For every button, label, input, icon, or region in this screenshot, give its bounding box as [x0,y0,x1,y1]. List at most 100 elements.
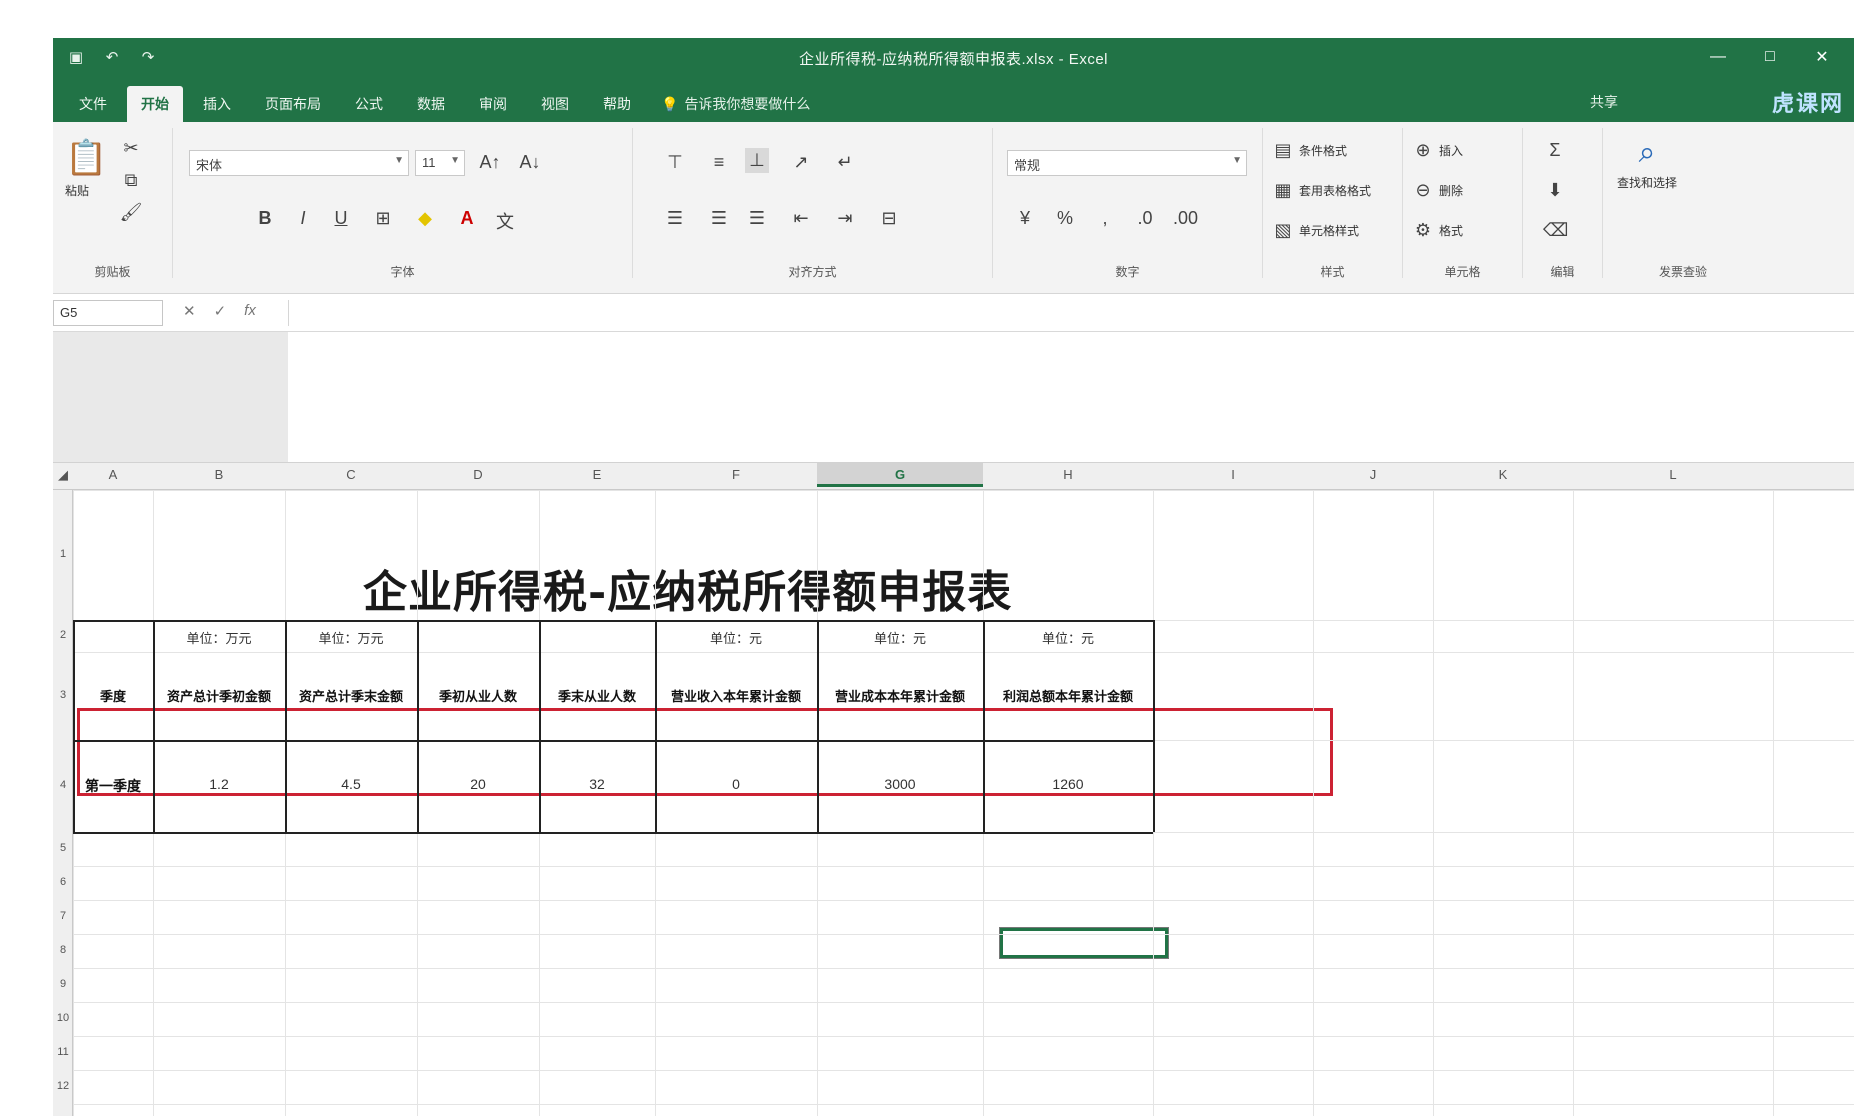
row-header-2[interactable]: 2 [53,629,73,641]
cut-icon[interactable]: ✂ [119,138,143,159]
column-header-F[interactable]: F [655,467,817,482]
align-middle-icon[interactable]: ≡ [707,152,731,173]
format-as-table-button[interactable]: ▦ 套用表格格式 [1271,180,1371,201]
row-header-11[interactable]: 11 [53,1046,73,1058]
row-header-8[interactable]: 8 [53,944,73,956]
tab-7[interactable]: 视图 [527,86,583,122]
worksheet-grid[interactable]: 企业所得税-应纳税所得额申报表 单位：万元 单位：万元 单位：元 单位：元 单位：元 季度… [73,490,1854,1116]
paste-button[interactable]: 📋 粘贴 [65,138,107,199]
border-icon[interactable]: ⊞ [371,208,395,229]
fx-icon[interactable]: fx [244,302,256,320]
row-header-7[interactable]: 7 [53,910,73,922]
tab-3[interactable]: 页面布局 [251,86,335,122]
currency-icon[interactable]: ¥ [1013,208,1037,229]
align-left-icon[interactable]: ☰ [663,208,687,229]
table-data-cell[interactable]: 20 [417,776,539,792]
column-header-C[interactable]: C [285,467,417,482]
italic-icon[interactable]: I [291,208,315,229]
column-header-J[interactable]: J [1313,467,1433,482]
table-data-cell[interactable]: 3000 [817,776,983,792]
shrink-font-icon[interactable]: A↓ [518,152,542,173]
column-header-L[interactable]: L [1573,467,1773,482]
share-button[interactable]: 共享 [1590,92,1618,112]
tab-4[interactable]: 公式 [341,86,397,122]
bold-icon[interactable]: B [253,208,277,229]
row-header-4[interactable]: 4 [53,779,73,791]
tab-0[interactable]: 文件 [65,86,121,122]
table-data-cell[interactable]: 第一季度 [73,776,153,796]
gridline-row-9 [73,1002,1854,1003]
align-center-icon[interactable]: ☰ [707,208,731,229]
row-header-1[interactable]: 1 [53,548,73,560]
column-header-B[interactable]: B [153,467,285,482]
grow-font-icon[interactable]: A↑ [478,152,502,173]
align-bottom-icon[interactable]: ⊥ [745,148,769,173]
comma-style-icon[interactable]: , [1093,208,1117,229]
tab-8[interactable]: 帮助 [589,86,645,122]
table-data-cell[interactable]: 1260 [983,776,1153,792]
row-header-9[interactable]: 9 [53,978,73,990]
invoice-check-button[interactable]: ⌕ 查找和选择 [1617,136,1677,191]
tab-5[interactable]: 数据 [403,86,459,122]
maximize-button[interactable]: □ [1748,42,1792,72]
column-header-A[interactable]: A [73,467,153,482]
active-cell-cursor[interactable] [999,927,1169,959]
table-data-cell[interactable]: 4.5 [285,776,417,792]
enter-icon[interactable]: ✓ [214,302,227,320]
insert-cells-button[interactable]: ⊕ 插入 [1411,140,1463,161]
conditional-formatting-button[interactable]: ▤ 条件格式 [1271,140,1347,161]
column-header-E[interactable]: E [539,467,655,482]
column-header-D[interactable]: D [417,467,539,482]
copy-icon[interactable]: ⧉ [119,170,143,191]
fill-icon[interactable]: ⬇ [1543,180,1567,201]
clear-icon[interactable]: ⌫ [1543,220,1568,241]
font-name-combo[interactable]: 宋体 ▼ [189,150,409,176]
autosum-icon[interactable]: Σ [1543,140,1567,161]
phonetic-icon[interactable]: 文 [493,208,517,234]
close-button[interactable]: ✕ [1800,42,1844,72]
column-header-K[interactable]: K [1433,467,1573,482]
row-header-5[interactable]: 5 [53,842,73,854]
tab-1[interactable]: 开始 [127,86,183,122]
cancel-icon[interactable]: ✕ [183,302,196,320]
tell-me-search[interactable]: 💡 告诉我你想要做什么 [651,86,820,122]
increase-decimal-icon[interactable]: .0 [1133,208,1157,229]
underline-icon[interactable]: U [329,208,353,229]
number-format-combo[interactable]: 常规 ▼ [1007,150,1247,176]
decrease-indent-icon[interactable]: ⇤ [789,208,813,229]
fill-color-icon[interactable]: ◆ [413,208,437,229]
row-header-3[interactable]: 3 [53,689,73,701]
table-data-cell[interactable]: 32 [539,776,655,792]
tab-2[interactable]: 插入 [189,86,245,122]
align-right-icon[interactable]: ☰ [745,208,769,229]
cell-styles-button[interactable]: ▧ 单元格样式 [1271,220,1359,241]
column-header-H[interactable]: H [983,467,1153,482]
font-size-combo[interactable]: 11 ▼ [415,150,465,176]
column-header-I[interactable]: I [1153,467,1313,482]
format-cells-button[interactable]: ⚙ 格式 [1411,220,1463,241]
name-box[interactable]: G5 [53,300,163,326]
delete-cells-button[interactable]: ⊖ 删除 [1411,180,1463,201]
row-header-12[interactable]: 12 [53,1080,73,1092]
row-header-6[interactable]: 6 [53,876,73,888]
formula-input[interactable] [288,300,1854,326]
font-color-icon[interactable]: A [455,208,479,229]
formula-bar-expanded-area[interactable] [288,332,1854,462]
tab-6[interactable]: 审阅 [465,86,521,122]
wrap-text-icon[interactable]: ↵ [833,152,857,173]
format-painter-icon[interactable]: 🖌 [119,202,143,223]
table-data-cell[interactable]: 1.2 [153,776,285,792]
excel-window: ▣ ↶ ↷ 企业所得税-应纳税所得额申报表.xlsx - Excel — □ ✕… [53,38,1854,1116]
decrease-decimal-icon[interactable]: .00 [1173,208,1198,229]
orientation-icon[interactable]: ↗ [789,152,813,173]
percent-icon[interactable]: % [1053,208,1077,229]
merge-center-icon[interactable]: ⊟ [877,208,901,229]
table-data-cell[interactable]: 0 [655,776,817,792]
increase-indent-icon[interactable]: ⇥ [833,208,857,229]
minimize-button[interactable]: — [1696,42,1740,72]
table-border-h-1 [73,740,1153,742]
column-header-G[interactable]: G [817,463,983,487]
select-all-corner[interactable]: ◢ [53,467,73,483]
align-top-icon[interactable]: ⊤ [663,152,687,173]
row-header-10[interactable]: 10 [53,1012,73,1024]
